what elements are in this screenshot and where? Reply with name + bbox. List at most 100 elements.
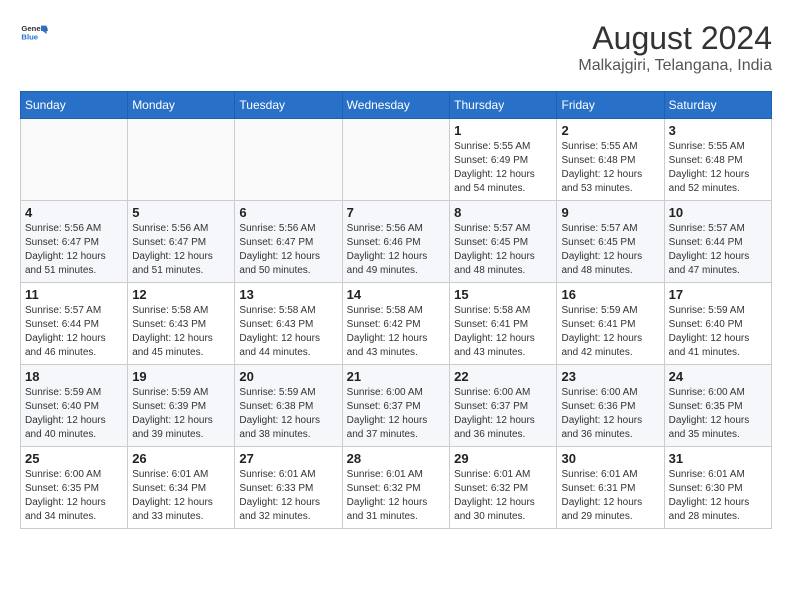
calendar-cell: 19Sunrise: 5:59 AM Sunset: 6:39 PM Dayli…	[128, 365, 235, 447]
page-title: August 2024	[578, 20, 772, 57]
calendar-cell: 18 Sunrise: 5:59 AM Sunset: 6:40 PM Dayli…	[21, 365, 128, 447]
day-number: 13	[239, 287, 337, 302]
calendar-cell: 15 Sunrise: 5:58 AM Sunset: 6:41 PM Dayli…	[450, 283, 557, 365]
weekday-header: Wednesday	[342, 92, 450, 119]
day-info: Sunrise: 5:56 AM Sunset: 6:47 PM Dayligh…	[132, 222, 230, 278]
calendar-cell: 2 Sunrise: 5:55 AM Sunset: 6:48 PM Daylig…	[557, 119, 664, 201]
calendar-cell: 13 Sunrise: 5:58 AM Sunset: 6:43 PM Dayli…	[235, 283, 342, 365]
calendar-cell: 28 Sunrise: 6:01 AM Sunset: 6:32 PM Dayli…	[342, 447, 450, 529]
calendar-cell: 27 Sunrise: 6:01 AM Sunset: 6:33 PM Dayli…	[235, 447, 342, 529]
page-header: General Blue August 2024 Malkajgiri, Tel…	[20, 20, 772, 75]
day-number: 9	[561, 205, 659, 220]
day-number: 11	[25, 287, 123, 302]
calendar-week-row: 1 Sunrise: 5:55 AM Sunset: 6:49 PM Daylig…	[21, 119, 772, 201]
day-number: 4	[25, 205, 123, 220]
calendar-cell	[235, 119, 342, 201]
day-number: 26	[132, 451, 230, 466]
day-number: 31	[669, 451, 767, 466]
calendar-cell: 16 Sunrise: 5:59 AM Sunset: 6:41 PM Dayli…	[557, 283, 664, 365]
calendar-cell: 30 Sunrise: 6:01 AM Sunset: 6:31 PM Dayli…	[557, 447, 664, 529]
day-info: Sunrise: 5:59 AM Sunset: 6:39 PM Dayligh…	[132, 386, 230, 442]
day-number: 1	[454, 123, 552, 138]
calendar-cell	[128, 119, 235, 201]
day-number: 3	[669, 123, 767, 138]
day-number: 28	[347, 451, 446, 466]
calendar-cell: 14Sunrise: 5:58 AM Sunset: 6:42 PM Dayli…	[342, 283, 450, 365]
weekday-header: Saturday	[664, 92, 771, 119]
day-info: Sunrise: 5:58 AM Sunset: 6:43 PM Dayligh…	[239, 304, 337, 360]
calendar-cell: 23 Sunrise: 6:00 AM Sunset: 6:36 PM Dayli…	[557, 365, 664, 447]
calendar-cell: 10 Sunrise: 5:57 AM Sunset: 6:44 PM Dayli…	[664, 201, 771, 283]
day-info: Sunrise: 5:59 AM Sunset: 6:40 PM Dayligh…	[669, 304, 767, 360]
day-info: Sunrise: 5:59 AM Sunset: 6:40 PM Dayligh…	[25, 386, 123, 442]
calendar-cell: 29Sunrise: 6:01 AM Sunset: 6:32 PM Dayli…	[450, 447, 557, 529]
day-number: 25	[25, 451, 123, 466]
day-number: 15	[454, 287, 552, 302]
day-number: 7	[347, 205, 446, 220]
calendar-cell: 9Sunrise: 5:57 AM Sunset: 6:45 PM Daylig…	[557, 201, 664, 283]
calendar-week-row: 18 Sunrise: 5:59 AM Sunset: 6:40 PM Dayli…	[21, 365, 772, 447]
calendar-cell: 6Sunrise: 5:56 AM Sunset: 6:47 PM Daylig…	[235, 201, 342, 283]
calendar-cell	[342, 119, 450, 201]
calendar-cell: 4 Sunrise: 5:56 AM Sunset: 6:47 PM Daylig…	[21, 201, 128, 283]
weekday-header: Monday	[128, 92, 235, 119]
day-info: Sunrise: 5:57 AM Sunset: 6:44 PM Dayligh…	[25, 304, 123, 360]
weekday-header-row: SundayMondayTuesdayWednesdayThursdayFrid…	[21, 92, 772, 119]
calendar-cell: 5Sunrise: 5:56 AM Sunset: 6:47 PM Daylig…	[128, 201, 235, 283]
day-info: Sunrise: 5:56 AM Sunset: 6:46 PM Dayligh…	[347, 222, 446, 278]
day-info: Sunrise: 6:01 AM Sunset: 6:33 PM Dayligh…	[239, 468, 337, 524]
day-info: Sunrise: 5:57 AM Sunset: 6:45 PM Dayligh…	[454, 222, 552, 278]
day-number: 24	[669, 369, 767, 384]
day-info: Sunrise: 5:55 AM Sunset: 6:49 PM Dayligh…	[454, 140, 552, 196]
day-info: Sunrise: 5:56 AM Sunset: 6:47 PM Dayligh…	[25, 222, 123, 278]
day-info: Sunrise: 6:01 AM Sunset: 6:31 PM Dayligh…	[561, 468, 659, 524]
calendar-cell: 31 Sunrise: 6:01 AM Sunset: 6:30 PM Dayli…	[664, 447, 771, 529]
day-info: Sunrise: 5:58 AM Sunset: 6:43 PM Dayligh…	[132, 304, 230, 360]
day-number: 21	[347, 369, 446, 384]
calendar-cell: 21Sunrise: 6:00 AM Sunset: 6:37 PM Dayli…	[342, 365, 450, 447]
calendar-cell: 25 Sunrise: 6:00 AM Sunset: 6:35 PM Dayli…	[21, 447, 128, 529]
day-number: 8	[454, 205, 552, 220]
day-info: Sunrise: 5:58 AM Sunset: 6:41 PM Dayligh…	[454, 304, 552, 360]
day-info: Sunrise: 5:57 AM Sunset: 6:44 PM Dayligh…	[669, 222, 767, 278]
day-info: Sunrise: 5:58 AM Sunset: 6:42 PM Dayligh…	[347, 304, 446, 360]
calendar-table: SundayMondayTuesdayWednesdayThursdayFrid…	[20, 91, 772, 529]
calendar-cell: 22Sunrise: 6:00 AM Sunset: 6:37 PM Dayli…	[450, 365, 557, 447]
day-number: 16	[561, 287, 659, 302]
day-number: 17	[669, 287, 767, 302]
day-info: Sunrise: 6:00 AM Sunset: 6:35 PM Dayligh…	[25, 468, 123, 524]
day-info: Sunrise: 6:00 AM Sunset: 6:36 PM Dayligh…	[561, 386, 659, 442]
logo: General Blue	[20, 20, 48, 48]
calendar-cell: 7 Sunrise: 5:56 AM Sunset: 6:46 PM Daylig…	[342, 201, 450, 283]
day-info: Sunrise: 5:59 AM Sunset: 6:41 PM Dayligh…	[561, 304, 659, 360]
day-number: 2	[561, 123, 659, 138]
weekday-header: Tuesday	[235, 92, 342, 119]
calendar-cell: 12Sunrise: 5:58 AM Sunset: 6:43 PM Dayli…	[128, 283, 235, 365]
calendar-week-row: 4 Sunrise: 5:56 AM Sunset: 6:47 PM Daylig…	[21, 201, 772, 283]
day-number: 10	[669, 205, 767, 220]
day-info: Sunrise: 6:01 AM Sunset: 6:34 PM Dayligh…	[132, 468, 230, 524]
day-info: Sunrise: 6:01 AM Sunset: 6:32 PM Dayligh…	[347, 468, 446, 524]
weekday-header: Thursday	[450, 92, 557, 119]
page-subtitle: Malkajgiri, Telangana, India	[578, 57, 772, 75]
svg-text:Blue: Blue	[21, 33, 38, 42]
title-block: August 2024 Malkajgiri, Telangana, India	[578, 20, 772, 75]
day-info: Sunrise: 5:56 AM Sunset: 6:47 PM Dayligh…	[239, 222, 337, 278]
calendar-cell: 3Sunrise: 5:55 AM Sunset: 6:48 PM Daylig…	[664, 119, 771, 201]
calendar-cell: 17 Sunrise: 5:59 AM Sunset: 6:40 PM Dayli…	[664, 283, 771, 365]
calendar-cell	[21, 119, 128, 201]
day-number: 23	[561, 369, 659, 384]
weekday-header: Friday	[557, 92, 664, 119]
day-info: Sunrise: 6:00 AM Sunset: 6:35 PM Dayligh…	[669, 386, 767, 442]
calendar-cell: 26 Sunrise: 6:01 AM Sunset: 6:34 PM Dayli…	[128, 447, 235, 529]
day-number: 18	[25, 369, 123, 384]
calendar-week-row: 11 Sunrise: 5:57 AM Sunset: 6:44 PM Dayli…	[21, 283, 772, 365]
day-info: Sunrise: 6:00 AM Sunset: 6:37 PM Dayligh…	[454, 386, 552, 442]
day-info: Sunrise: 6:01 AM Sunset: 6:30 PM Dayligh…	[669, 468, 767, 524]
day-number: 29	[454, 451, 552, 466]
day-number: 30	[561, 451, 659, 466]
day-number: 27	[239, 451, 337, 466]
day-info: Sunrise: 5:55 AM Sunset: 6:48 PM Dayligh…	[561, 140, 659, 196]
calendar-cell: 20Sunrise: 5:59 AM Sunset: 6:38 PM Dayli…	[235, 365, 342, 447]
weekday-header: Sunday	[21, 92, 128, 119]
